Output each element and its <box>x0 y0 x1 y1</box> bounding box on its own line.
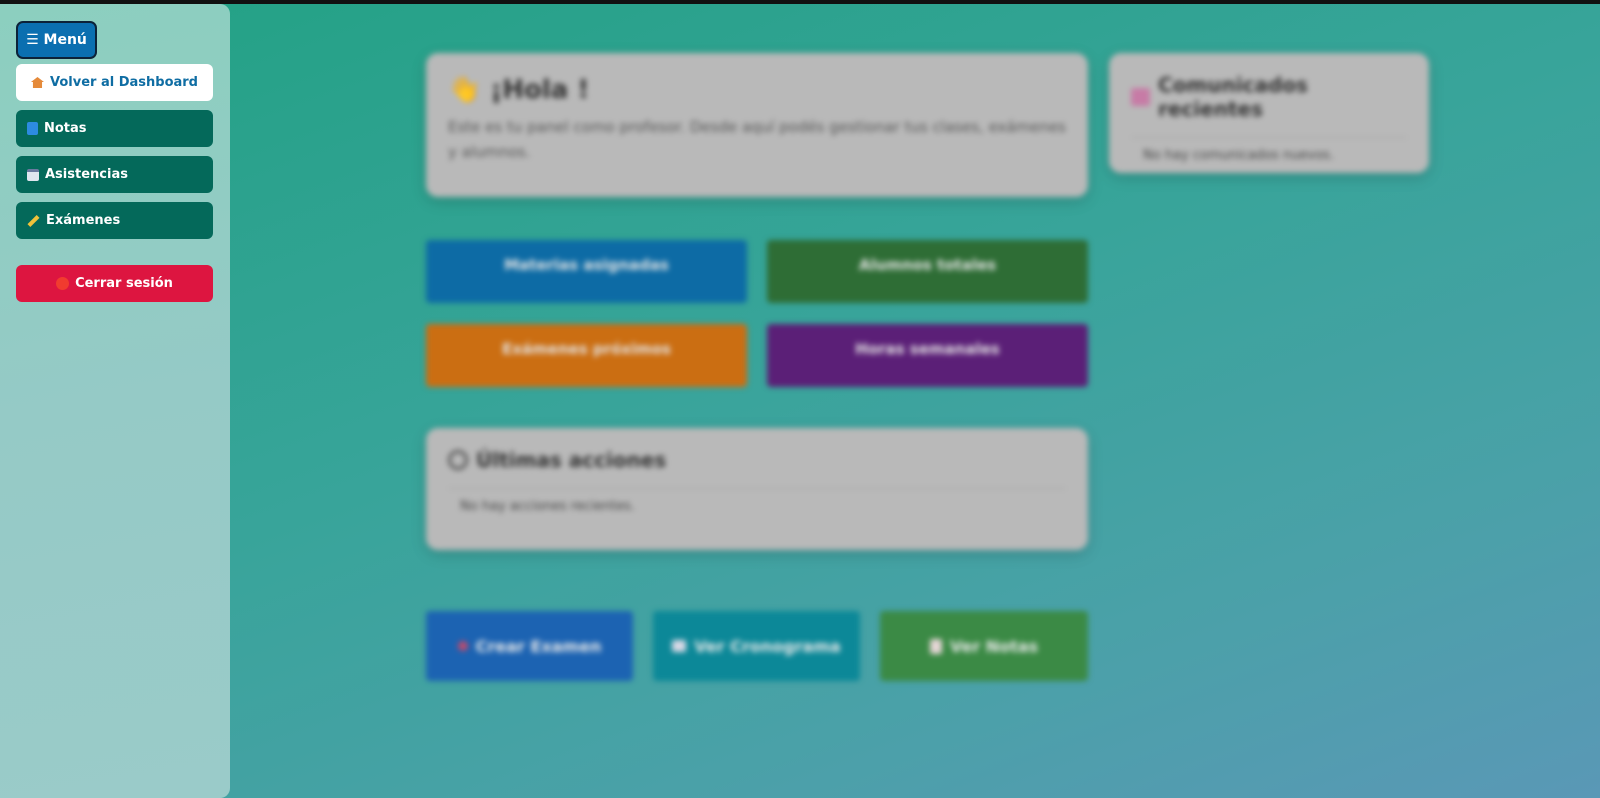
clock-icon <box>448 450 468 470</box>
announcements-heading: Comunicados recientes <box>1131 73 1407 121</box>
view-grades-label: Ver Notas <box>949 636 1039 656</box>
recent-actions-divider <box>448 488 1066 489</box>
recent-actions-card: Últimas acciones No hay acciones recient… <box>426 428 1088 550</box>
sidebar: ☰ Menú Volver al Dashboard Notas Asisten… <box>0 4 230 798</box>
stat-label: Exámenes próximos <box>502 340 671 358</box>
recent-actions-heading: Últimas acciones <box>448 448 1066 472</box>
view-schedule-button[interactable]: Ver Cronograma <box>653 611 860 681</box>
notes-icon <box>929 638 942 654</box>
view-grades-button[interactable]: Ver Notas <box>880 611 1088 681</box>
red-circle-icon <box>56 277 70 290</box>
announcements-empty-text: No hay comunicados nuevos. <box>1143 148 1334 163</box>
stat-label: Horas semanales <box>855 340 1000 358</box>
menu-toggle-button[interactable]: ☰ Menú <box>16 21 97 59</box>
sidebar-item-label: Volver al Dashboard <box>49 75 198 90</box>
announcements-title: Comunicados recientes <box>1158 73 1308 121</box>
announcements-card: Comunicados recientes No hay comunicados… <box>1109 53 1429 173</box>
blurred-dashboard-content: 👋 ¡Hola ! Este es tu panel como profesor… <box>0 4 1600 798</box>
stat-label: Materias asignadas <box>504 256 669 274</box>
sidebar-item-notas[interactable]: Notas <box>16 110 213 147</box>
stat-alumnos-totales[interactable]: Alumnos totales <box>767 240 1088 303</box>
create-exam-label: Crear Examen <box>475 636 602 656</box>
stat-label: Alumnos totales <box>858 256 997 274</box>
main-area: 👋 ¡Hola ! Este es tu panel como profesor… <box>0 4 1600 798</box>
greeting-text: Este es tu panel como profesor. Desde aq… <box>448 118 1066 161</box>
create-exam-button[interactable]: Crear Examen <box>426 611 633 681</box>
calendar-icon <box>672 640 687 652</box>
logout-button[interactable]: Cerrar sesión <box>16 265 213 302</box>
house-icon <box>30 77 44 88</box>
inbox-icon <box>1131 88 1151 106</box>
announcements-divider <box>1131 137 1407 138</box>
greeting-heading: 👋 ¡Hola ! <box>448 75 1066 105</box>
stat-horas-semanales[interactable]: Horas semanales <box>767 324 1088 387</box>
sidebar-item-label: Exámenes <box>46 213 121 228</box>
plus-icon <box>457 641 468 651</box>
greeting-title: ¡Hola ! <box>490 75 590 105</box>
pencil-icon <box>27 214 40 227</box>
sidebar-item-asistencias[interactable]: Asistencias <box>16 156 213 193</box>
stat-materias-asignadas[interactable]: Materias asignadas <box>426 240 747 303</box>
recent-actions-title: Últimas acciones <box>476 448 667 472</box>
recent-actions-empty-text: No hay acciones recientes. <box>460 499 635 514</box>
stat-examenes-proximos[interactable]: Exámenes próximos <box>426 324 747 387</box>
sidebar-item-examenes[interactable]: Exámenes <box>16 202 213 239</box>
sidebar-item-label: Asistencias <box>45 167 128 182</box>
logout-label: Cerrar sesión <box>75 276 173 291</box>
view-schedule-label: Ver Cronograma <box>694 636 841 656</box>
sidebar-item-dashboard[interactable]: Volver al Dashboard <box>16 64 213 101</box>
sidebar-item-label: Notas <box>44 121 87 136</box>
book-icon <box>27 122 38 135</box>
greeting-card: 👋 ¡Hola ! Este es tu panel como profesor… <box>426 53 1088 197</box>
waving-hand-icon: 👋 <box>448 75 481 105</box>
calendar-icon <box>27 168 39 181</box>
